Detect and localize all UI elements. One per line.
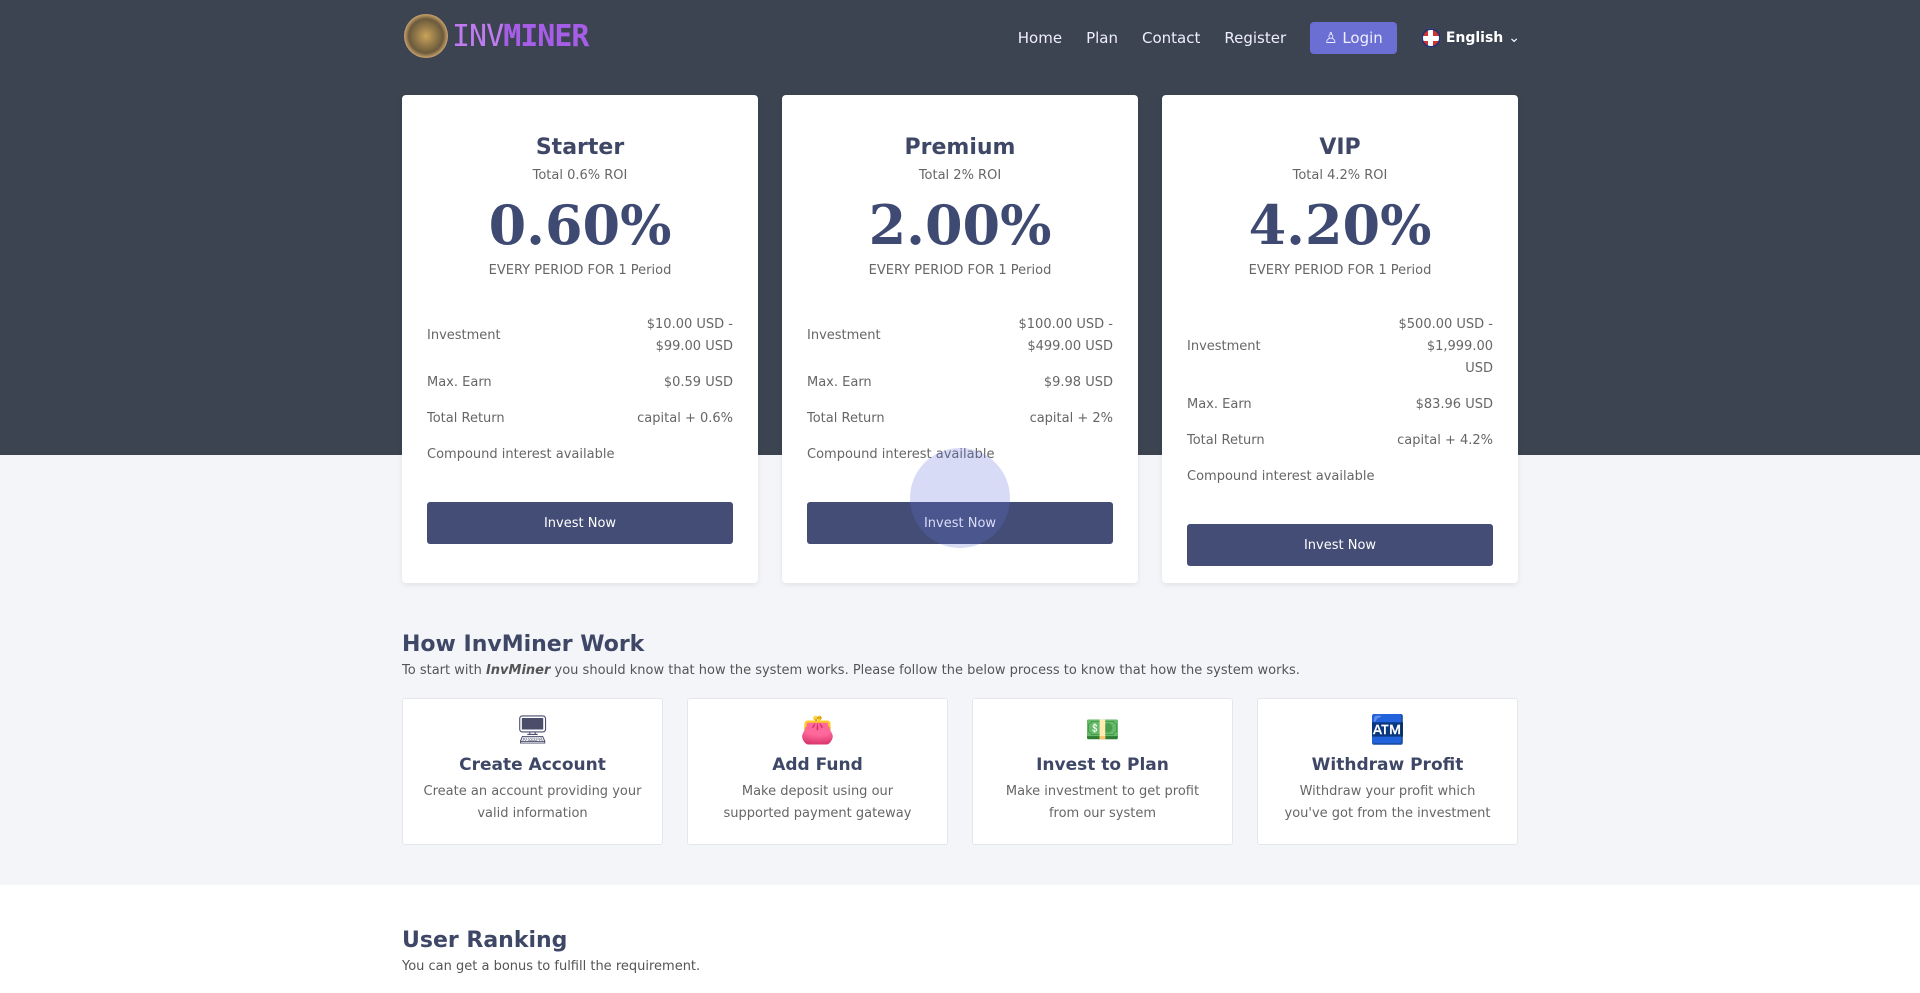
- step-text: Make investment to get profit from our s…: [1005, 784, 1200, 821]
- step-title: Add Fund: [772, 755, 863, 775]
- investment-label: Investment: [427, 328, 501, 343]
- withdraw-icon: 🏧: [1370, 713, 1405, 746]
- investment-label: Investment: [807, 328, 881, 343]
- max-earn-label: Max. Earn: [1187, 397, 1252, 412]
- plan-name: Premium: [904, 135, 1016, 160]
- nav-register[interactable]: Register: [1224, 29, 1286, 47]
- coin-logo-icon: [404, 14, 448, 58]
- invest-now-button[interactable]: Invest Now: [427, 502, 733, 544]
- total-return-label: Total Return: [427, 411, 505, 426]
- user-icon: ♙: [1324, 29, 1343, 47]
- main-nav: Home Plan Contact Register ♙ Login Engli…: [1018, 22, 1520, 54]
- invest-now-button[interactable]: Invest Now: [1187, 524, 1493, 566]
- plan-period: EVERY PERIOD FOR 1 Period: [868, 263, 1052, 278]
- logo-text-b: MINER: [503, 18, 589, 54]
- step-title: Invest to Plan: [1036, 755, 1169, 775]
- sub-b: you should know that how the system work…: [550, 663, 1300, 678]
- nav-home[interactable]: Home: [1018, 29, 1062, 47]
- step-text: Make deposit using our supported payment…: [723, 784, 912, 821]
- login-button[interactable]: ♙ Login: [1310, 22, 1397, 54]
- logo[interactable]: INVMINER: [404, 14, 590, 58]
- max-earn-value: $0.59 USD: [663, 375, 733, 390]
- money-chart-icon: 💵: [1085, 713, 1120, 746]
- sub-a: To start with: [402, 663, 486, 678]
- plan-roi: Total 2% ROI: [918, 168, 1002, 183]
- total-return-label: Total Return: [1187, 433, 1265, 448]
- nav-plan[interactable]: Plan: [1086, 29, 1118, 47]
- investment-value: $10.00 USD - $99.00 USD: [646, 317, 733, 354]
- investment-value: $100.00 USD - $499.00 USD: [1018, 317, 1114, 354]
- total-return-value: capital + 0.6%: [637, 411, 733, 426]
- sub-brand: InvMiner: [485, 663, 551, 678]
- step-card: 💵 Invest to Plan Make investment to get …: [972, 698, 1233, 845]
- language-select[interactable]: English ⌄: [1420, 28, 1520, 48]
- step-text: Withdraw your profit which you've got fr…: [1284, 784, 1491, 821]
- uk-flag-icon: [1420, 28, 1441, 48]
- logo-text-a: INV: [452, 18, 504, 54]
- plan-roi: Total 4.2% ROI: [1292, 168, 1388, 183]
- step-text: Create an account providing your valid i…: [423, 784, 642, 821]
- total-return-value: capital + 4.2%: [1397, 433, 1493, 448]
- plan-name: Starter: [535, 135, 625, 160]
- max-earn-value: $83.96 USD: [1415, 397, 1493, 412]
- plan-rate: 4.20%: [1248, 193, 1432, 257]
- max-earn-value: $9.98 USD: [1043, 375, 1113, 390]
- nav-contact[interactable]: Contact: [1142, 29, 1200, 47]
- computer-user-icon: 🖥: [514, 713, 551, 746]
- plan-card: Starter Total 0.6% ROI 0.60% EVERY PERIO…: [402, 95, 758, 583]
- step-card: 👛 Add Fund Make deposit using our suppor…: [687, 698, 948, 845]
- compound-note: Compound interest available: [427, 447, 615, 462]
- chevron-down-icon: ⌄: [1508, 30, 1520, 46]
- wallet-icon: 👛: [800, 713, 835, 746]
- plan-period: EVERY PERIOD FOR 1 Period: [1248, 263, 1432, 278]
- plan-period: EVERY PERIOD FOR 1 Period: [488, 263, 672, 278]
- plan-rate: 0.60%: [488, 193, 672, 257]
- step-card: 🖥 Create Account Create an account provi…: [402, 698, 663, 845]
- investment-label: Investment: [1187, 339, 1261, 354]
- investment-value: $500.00 USD - $1,999.00 USD: [1398, 317, 1494, 376]
- total-return-value: capital + 2%: [1029, 411, 1113, 426]
- step-title: Create Account: [459, 755, 606, 775]
- plan-card: VIP Total 4.2% ROI 4.20% EVERY PERIOD FO…: [1162, 95, 1518, 583]
- plan-rate: 2.00%: [868, 193, 1052, 257]
- step-title: Withdraw Profit: [1311, 755, 1464, 775]
- plan-name: VIP: [1319, 135, 1361, 160]
- compound-note: Compound interest available: [1187, 469, 1375, 484]
- click-ripple: [910, 448, 1010, 548]
- how-subtitle: To start with InvMiner you should know t…: [402, 663, 1300, 678]
- max-earn-label: Max. Earn: [807, 375, 872, 390]
- total-return-label: Total Return: [807, 411, 885, 426]
- plan-roi: Total 0.6% ROI: [532, 168, 628, 183]
- ranking-title: User Ranking: [402, 928, 568, 953]
- step-card: 🏧 Withdraw Profit Withdraw your profit w…: [1257, 698, 1518, 845]
- how-title: How InvMiner Work: [402, 632, 645, 657]
- ranking-subtitle: You can get a bonus to fulfill the requi…: [402, 959, 701, 974]
- max-earn-label: Max. Earn: [427, 375, 492, 390]
- language-label: English: [1445, 30, 1504, 46]
- login-label: Login: [1342, 29, 1383, 47]
